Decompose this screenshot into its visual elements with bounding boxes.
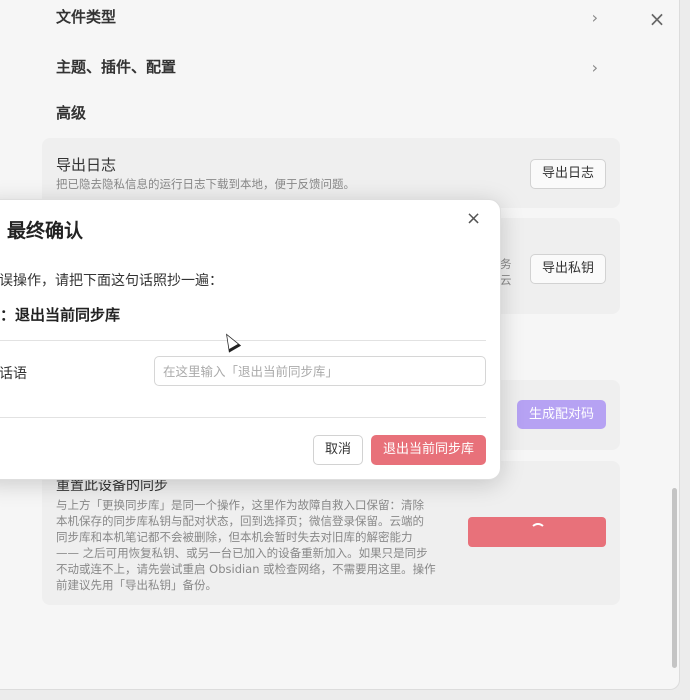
divider [0,417,486,418]
reset-desc-line: 本机保存的同步库私钥与配对状态，回到选择页；微信登录保留。云端的 [56,514,424,528]
confirm-phrase-input[interactable] [154,356,486,386]
modal-title: 最终确认 [7,220,84,242]
scrollbar[interactable] [672,488,677,668]
nav-themes-label: 主题、插件、配置 [56,58,177,76]
loading-spinner-icon [530,523,546,539]
reset-desc-line: 同步库和本机笔记都不会被删除，但本机会暂时失去对旧库的解密能力 [56,530,413,544]
modal-required-phrase: 入：退出当前同步库 [0,306,121,324]
section-advanced-heading: 高级 [56,104,87,122]
nav-file-types[interactable]: 文件类型 › [56,6,606,34]
reset-desc-line: —— 之后可用恢复私钥、或另一台已加入的设备重新加入。如果只是同步 [56,546,428,560]
reset-desc-line: 与上方「更换同步库」是同一个操作，这里作为故障自救入口保留：清除 [56,498,424,512]
chevron-right-icon: › [591,8,598,27]
modal-input-label: 句话语 [0,366,27,382]
export-key-desc-fragment-2: 云 [500,273,512,287]
reset-desc-line: 不动或连不上，请先尝试重启 Obsidian 或检查网络，不需要用这里。操作 [56,562,436,576]
reset-sync-card: 重置此设备的同步 与上方「更换同步库」是同一个操作，这里作为故障自救入口保留：清… [42,461,620,605]
generate-pair-code-button[interactable]: 生成配对码 [517,400,606,429]
export-key-button[interactable]: 导出私钥 [530,254,606,284]
export-log-button[interactable]: 导出日志 [530,159,606,189]
export-log-desc: 把已隐去隐私信息的运行日志下载到本地，便于反馈问题。 [56,177,355,191]
modal-instruction: 止误操作，请把下面这句话照抄一遍： [0,273,223,289]
close-icon[interactable]: × [646,8,668,30]
nav-themes-plugins-config[interactable]: 主题、插件、配置 › [56,56,606,84]
export-log-title: 导出日志 [56,156,117,174]
close-icon[interactable]: × [466,208,481,229]
chevron-right-icon: › [591,58,598,77]
cancel-button[interactable]: 取消 [313,435,363,465]
reset-sync-desc: 与上方「更换同步库」是同一个操作，这里作为故障自救入口保留：清除 本机保存的同步… [56,497,436,593]
confirm-exit-sync-button[interactable]: 退出当前同步库 [371,435,486,465]
export-key-desc-fragment-1: 务 [500,257,512,271]
export-log-card: 导出日志 把已隐去隐私信息的运行日志下载到本地，便于反馈问题。 导出日志 [42,138,620,208]
nav-file-types-label: 文件类型 [56,8,117,26]
reset-sync-button[interactable] [468,517,606,547]
divider [0,340,486,341]
final-confirm-modal: 最终确认 × 止误操作，请把下面这句话照抄一遍： 入：退出当前同步库 句话语 取… [0,199,501,480]
reset-desc-line: 前建议先用「导出私钥」备份。 [56,578,217,592]
